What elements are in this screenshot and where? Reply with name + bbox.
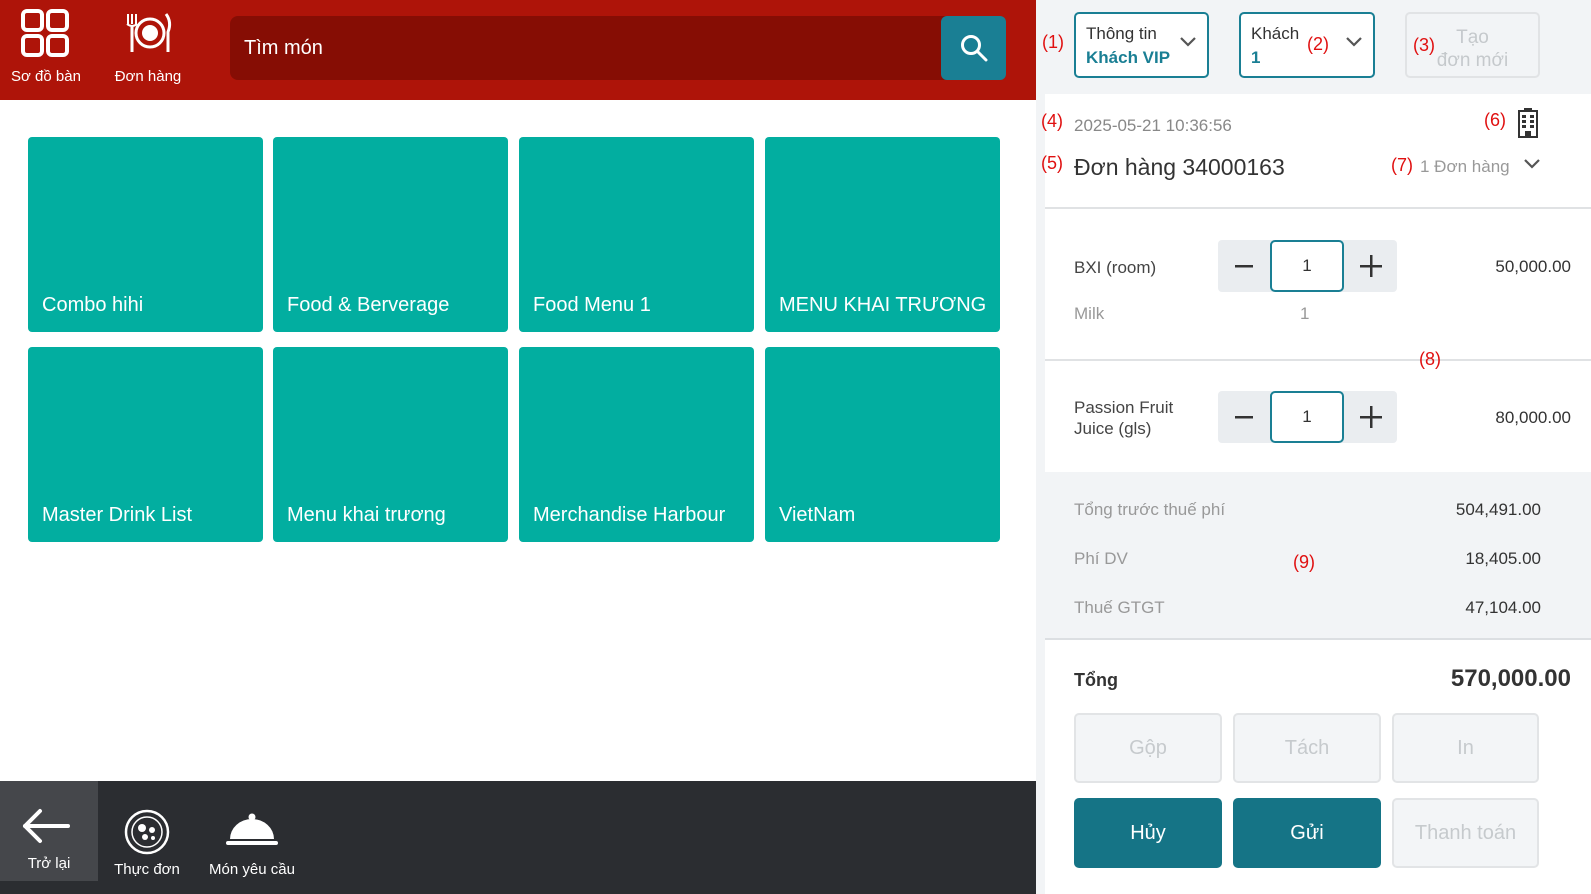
menu-category-label: Master Drink List — [42, 504, 193, 526]
decrease-button[interactable] — [1218, 240, 1270, 292]
chevron-down-icon — [1346, 37, 1362, 47]
order-panel: (1) Thông tin Khách VIP Khách 1 (2) Tạo … — [1036, 0, 1591, 894]
menu-button[interactable]: Thực đơn — [98, 781, 196, 881]
chevron-down-icon[interactable] — [1523, 158, 1541, 170]
decrease-button[interactable] — [1218, 391, 1270, 443]
send-button[interactable]: Gửi — [1233, 798, 1381, 868]
split-button[interactable]: Tách — [1233, 713, 1381, 783]
quantity-stepper: 1 — [1218, 391, 1397, 443]
service-fee-value: 18,405.00 — [1465, 549, 1541, 568]
menu-label: Thực đơn — [114, 861, 180, 878]
cancel-button[interactable]: Hủy — [1074, 798, 1222, 868]
menu-category-tile[interactable]: MENU KHAI TRƯƠNG — [765, 137, 1000, 332]
total-value: 570,000.00 — [1450, 665, 1571, 692]
requested-items-button[interactable]: Món yêu cầu — [200, 781, 304, 881]
orders-button[interactable]: Đơn hàng — [102, 8, 194, 92]
modifier-qty: 1 — [1300, 304, 1310, 323]
subtotal-row: Tổng trước thuế phí 504,491.00 — [1074, 500, 1541, 520]
menu-category-tile[interactable]: Food Menu 1 — [519, 137, 754, 332]
building-icon[interactable] — [1517, 108, 1539, 138]
annotation-2: (2) — [1307, 34, 1329, 54]
quantity-input[interactable]: 1 — [1270, 240, 1344, 292]
plus-icon — [1360, 255, 1382, 277]
order-count-dropdown[interactable]: 1 Đơn hàng — [1420, 157, 1510, 177]
service-fee-label: Phí DV — [1074, 549, 1128, 568]
menu-category-label: Menu khai trương — [287, 504, 446, 526]
search-bar — [230, 16, 1006, 80]
menu-category-tile[interactable]: Combo hihi — [28, 137, 263, 332]
top-bar: Sơ đồ bàn Đơn hàng — [0, 0, 1036, 100]
menu-category-tile[interactable]: Merchandise Harbour — [519, 347, 754, 542]
service-fee-row: Phí DV (9) 18,405.00 — [1074, 549, 1541, 572]
guest-info-value: Khách VIP — [1086, 48, 1171, 67]
cloche-icon — [226, 813, 278, 845]
divider — [1045, 359, 1591, 361]
back-button[interactable]: Trở lại — [0, 781, 98, 881]
subtotal-value: 504,491.00 — [1455, 500, 1541, 519]
merge-button[interactable]: Gộp — [1074, 713, 1222, 783]
increase-button[interactable] — [1345, 240, 1397, 292]
order-item-name: BXI (room) — [1074, 258, 1157, 277]
print-button[interactable]: In — [1392, 713, 1539, 783]
increase-button[interactable] — [1345, 391, 1397, 443]
modifier-name: Milk — [1074, 304, 1105, 323]
order-card: (4) 2025-05-21 10:36:56 (6) (5) Đơn hàng… — [1041, 94, 1591, 472]
annotation-7: (7) — [1391, 155, 1413, 175]
guest-info-select[interactable]: Thông tin Khách VIP — [1074, 12, 1209, 78]
plate-cutlery-icon — [126, 13, 172, 52]
total-section: Tổng 570,000.00 Gộp Tách In Hủy Gửi Than… — [1045, 640, 1591, 894]
plus-icon — [1360, 406, 1382, 428]
guest-count-select[interactable]: Khách 1 (2) — [1239, 12, 1375, 78]
vat-label: Thuế GTGT — [1074, 598, 1165, 617]
order-item-name: Passion Fruit Juice (gls) — [1074, 397, 1173, 439]
arrow-left-icon — [23, 809, 70, 843]
pay-button[interactable]: Thanh toán — [1392, 798, 1539, 868]
annotation-4: (4) — [1041, 111, 1063, 131]
vat-row: Thuế GTGT 47,104.00 — [1074, 598, 1541, 618]
subtotal-label: Tổng trước thuế phí — [1074, 500, 1226, 519]
menu-category-label: Food Menu 1 — [533, 294, 651, 316]
search-icon — [960, 35, 987, 62]
annotation-9: (9) — [1293, 552, 1315, 572]
requested-items-label: Món yêu cầu — [209, 861, 295, 878]
search-button[interactable] — [941, 16, 1006, 80]
order-item-price: 80,000.00 — [1495, 408, 1571, 427]
orders-label: Đơn hàng — [114, 68, 182, 85]
menu-dish-icon — [124, 809, 170, 855]
order-title: Đơn hàng 34000163 — [1074, 154, 1285, 180]
table-map-label: Sơ đồ bàn — [11, 68, 81, 85]
quantity-stepper: 1 — [1218, 240, 1397, 292]
bottom-bar: Trở lại Thực đơn Món yêu cầu — [0, 781, 1036, 894]
menu-category-tile[interactable]: VietNam — [765, 347, 1000, 542]
order-item-price: 50,000.00 — [1495, 257, 1571, 276]
back-label: Trở lại — [27, 855, 71, 872]
order-item-name-line2: Juice (gls) — [1074, 419, 1152, 438]
vat-value: 47,104.00 — [1465, 598, 1541, 617]
order-timestamp: 2025-05-21 10:36:56 — [1074, 116, 1232, 135]
table-map-button[interactable]: Sơ đồ bàn — [0, 8, 92, 92]
total-label: Tổng — [1074, 670, 1118, 690]
minus-icon — [1235, 416, 1253, 419]
menu-category-tile[interactable]: Food & Berverage — [273, 137, 508, 332]
menu-category-tile[interactable]: Master Drink List — [28, 347, 263, 542]
search-input[interactable] — [230, 16, 940, 80]
menu-category-label: MENU KHAI TRƯƠNG — [779, 294, 987, 316]
annotation-6: (6) — [1484, 110, 1506, 130]
annotation-3: (3) — [1413, 35, 1435, 55]
quantity-input[interactable]: 1 — [1270, 391, 1344, 443]
divider — [1045, 207, 1591, 209]
menu-category-label: VietNam — [779, 504, 856, 526]
annotation-8: (8) — [1419, 349, 1441, 369]
order-item-name-line1: Passion Fruit — [1074, 398, 1174, 417]
menu-category-label: Merchandise Harbour — [533, 504, 726, 526]
menu-category-label: Combo hihi — [42, 294, 144, 316]
grid-icon — [21, 9, 69, 57]
new-order-button[interactable]: Tạo đơn mới (3) — [1405, 12, 1540, 78]
chevron-down-icon — [1180, 37, 1196, 47]
menu-category-label: Food & Berverage — [287, 294, 450, 316]
minus-icon — [1235, 265, 1253, 268]
annotation-1: (1) — [1042, 32, 1064, 52]
annotation-5: (5) — [1041, 153, 1063, 173]
menu-category-tile[interactable]: Menu khai trương — [273, 347, 508, 542]
